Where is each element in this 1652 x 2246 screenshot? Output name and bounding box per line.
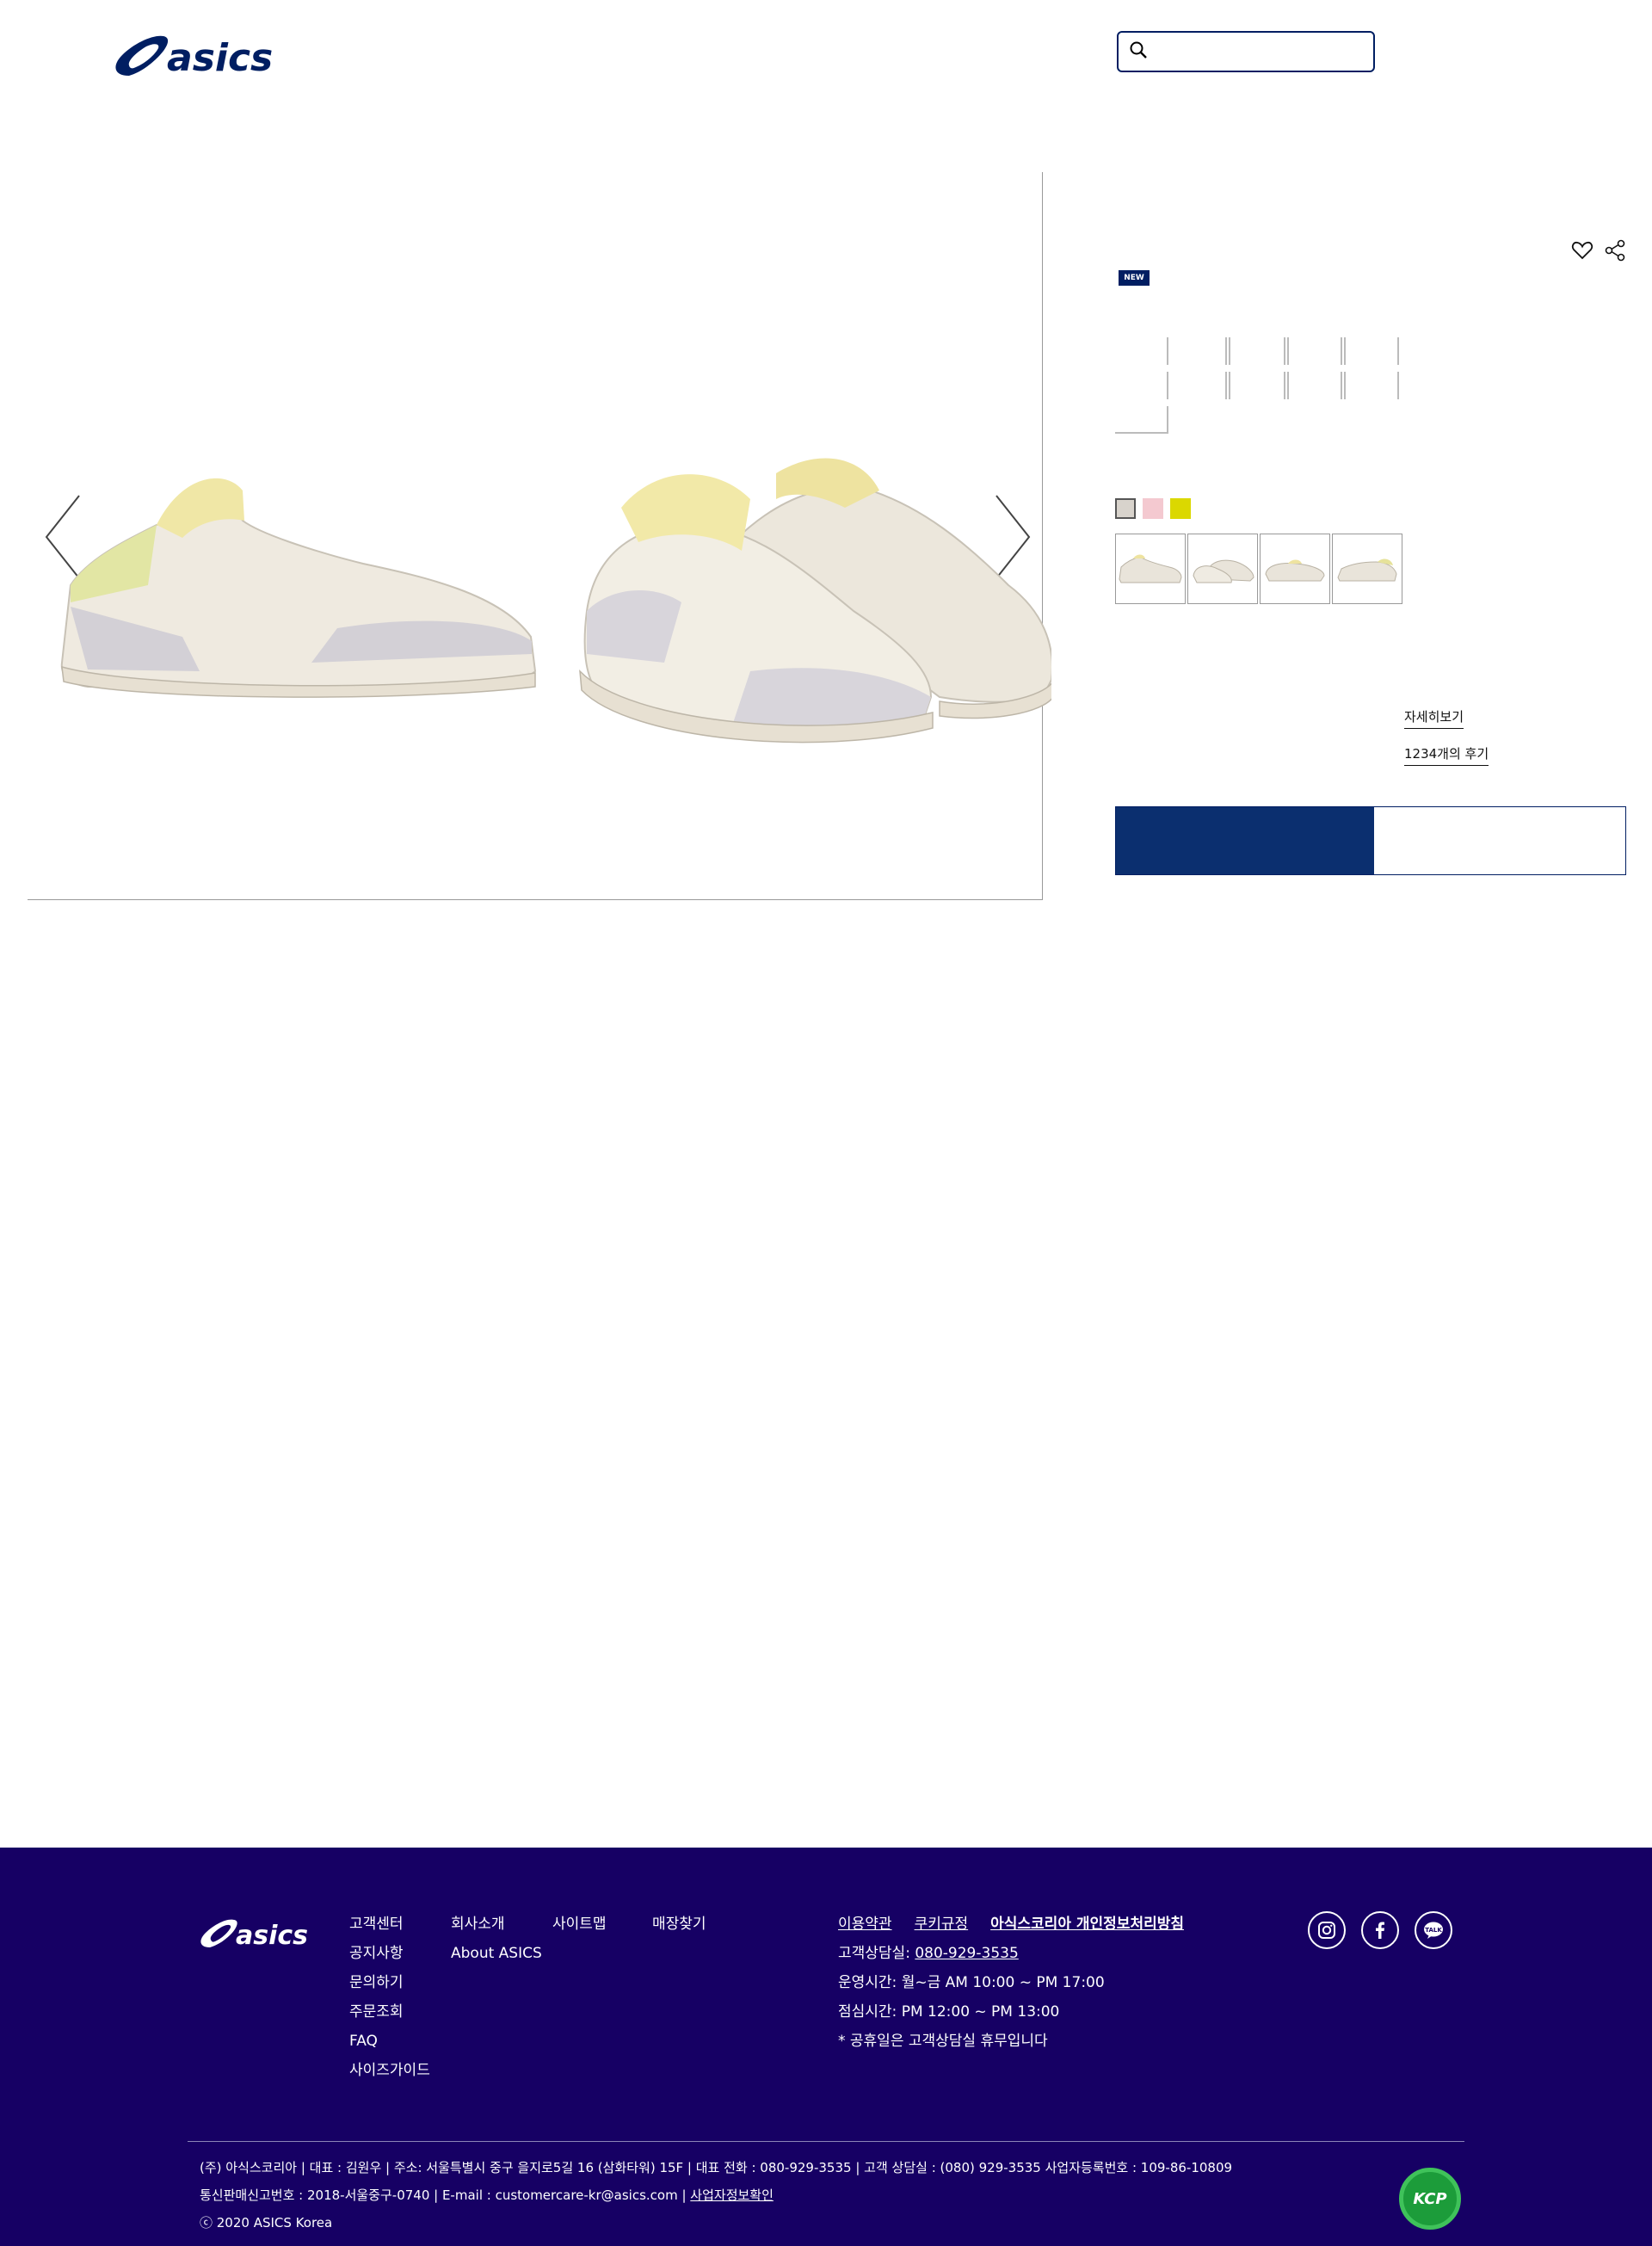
footer-column-company: 회사소개 About ASICS <box>451 1910 542 1968</box>
thumbnail-side[interactable] <box>1115 534 1186 604</box>
operating-hours: 운영시간: 월~금 AM 10:00 ~ PM 17:00 <box>838 1974 1105 1991</box>
product-actions <box>1571 239 1626 262</box>
phone-label: 고객상담실: <box>838 1945 910 1962</box>
company-info-line1: (주) 아식스코리아 | 대표 : 김원우 | 주소: 서울특별시 중구 을지로… <box>200 2160 1233 2175</box>
footer-link-faq[interactable]: FAQ <box>349 2027 430 2056</box>
privacy-policy-link[interactable]: 아식스코리아 개인정보처리방침 <box>990 1910 1184 1939</box>
new-badge: NEW <box>1119 270 1150 286</box>
company-info: (주) 아식스코리아 | 대표 : 김원우 | 주소: 서울특별시 중구 을지로… <box>200 2154 1232 2237</box>
view-details-link[interactable]: 자세히보기 <box>1404 707 1464 729</box>
footer-link-customer-center[interactable]: 고객센터 <box>349 1910 430 1939</box>
holiday-notice: * 공휴일은 고객상담실 휴무입니다 <box>838 2033 1048 2050</box>
separator-line <box>1167 372 1168 399</box>
asics-logo[interactable]: asics <box>110 22 282 83</box>
buy-now-button[interactable] <box>1116 807 1374 874</box>
footer-column-support: 고객센터 공지사항 문의하기 주문조회 FAQ 사이즈가이드 <box>349 1910 430 2085</box>
footer-link-sitemap[interactable]: 사이트맵 <box>552 1910 607 1939</box>
heart-icon[interactable] <box>1571 239 1593 262</box>
thumbnail-top[interactable] <box>1260 534 1330 604</box>
separator-line <box>1344 372 1346 399</box>
reviews-link[interactable]: 1234개의 후기 <box>1404 744 1489 766</box>
product-image-angle[interactable] <box>561 439 1051 766</box>
footer-divider <box>188 2141 1464 2142</box>
company-info-line2: 통신판매신고번호 : 2018-서울중구-0740 | E-mail : cus… <box>200 2181 1232 2209</box>
search-input[interactable] <box>1155 36 1373 67</box>
terms-link[interactable]: 이용약관 <box>838 1910 892 1939</box>
footer-link-company[interactable]: 회사소개 <box>451 1910 542 1939</box>
color-swatch[interactable] <box>1115 498 1136 519</box>
footer-link-store-finder[interactable]: 매장찾기 <box>652 1910 706 1939</box>
lunch-hours: 점심시간: PM 12:00 ~ PM 13:00 <box>838 2003 1060 2021</box>
business-verify-link[interactable]: 사업자정보확인 <box>690 2187 774 2203</box>
add-to-cart-button[interactable] <box>1374 807 1625 874</box>
footer-link-order-lookup[interactable]: 주문조회 <box>349 1997 430 2027</box>
footer-column-sitemap: 사이트맵 <box>552 1910 607 1939</box>
size-selector-placeholder <box>1115 337 1408 436</box>
customer-service-info: 고객상담실: 080-929-3535 운영시간: 월~금 AM 10:00 ~… <box>838 1939 1105 2056</box>
separator-line <box>1341 372 1342 399</box>
footer-link-notices[interactable]: 공지사항 <box>349 1939 430 1968</box>
cookie-policy-link[interactable]: 쿠키규정 <box>915 1910 969 1939</box>
separator-line <box>1287 337 1289 365</box>
product-page: asics NEW 자세히보기 1234개의 후기 asics 고객센터 공지사… <box>0 0 1652 2246</box>
share-icon[interactable] <box>1604 239 1626 262</box>
separator-line <box>1225 337 1227 365</box>
separator-line <box>1287 372 1289 399</box>
separator-line <box>1115 432 1168 434</box>
separator-line <box>1284 337 1285 365</box>
color-swatch[interactable] <box>1170 498 1191 519</box>
facebook-icon[interactable] <box>1361 1911 1399 1949</box>
separator-line <box>1397 372 1399 399</box>
site-footer: asics 고객센터 공지사항 문의하기 주문조회 FAQ 사이즈가이드 회사소… <box>0 1848 1652 2246</box>
separator-line <box>1225 372 1227 399</box>
footer-logo-wordmark: asics <box>236 1921 308 1951</box>
kcp-certification-badge[interactable]: KCP <box>1399 2168 1461 2230</box>
product-gallery <box>28 172 1051 900</box>
color-swatches <box>1115 498 1191 519</box>
thumbnail-back[interactable] <box>1332 534 1402 604</box>
product-image-side[interactable] <box>53 456 544 706</box>
footer-link-inquiry[interactable]: 문의하기 <box>349 1968 430 1997</box>
copyright: ⓒ 2020 ASICS Korea <box>200 2215 333 2231</box>
color-swatch[interactable] <box>1143 498 1163 519</box>
search-box[interactable] <box>1117 31 1375 72</box>
footer-legal-links: 이용약관 쿠키규정 아식스코리아 개인정보처리방침 <box>838 1910 1184 1939</box>
separator-line <box>1167 406 1168 434</box>
instagram-icon[interactable] <box>1308 1911 1346 1949</box>
separator-line <box>1397 337 1399 365</box>
separator-line <box>1341 337 1342 365</box>
separator-line <box>1167 337 1168 365</box>
logo-wordmark: asics <box>167 36 273 80</box>
phone-line: 고객상담실: 080-929-3535 <box>838 1939 1105 1968</box>
footer-link-size-guide[interactable]: 사이즈가이드 <box>349 2056 430 2085</box>
kakaotalk-icon[interactable]: TALK <box>1415 1911 1452 1949</box>
thumbnail-pair[interactable] <box>1187 534 1258 604</box>
purchase-actions <box>1115 806 1626 875</box>
separator-line <box>1344 337 1346 365</box>
search-icon[interactable] <box>1129 40 1148 63</box>
separator-line <box>1284 372 1285 399</box>
separator-line <box>1229 372 1230 399</box>
separator-line <box>1229 337 1230 365</box>
phone-number-link[interactable]: 080-929-3535 <box>915 1945 1018 1962</box>
footer-link-about-asics[interactable]: About ASICS <box>451 1939 542 1968</box>
registration-text: 통신판매신고번호 : 2018-서울중구-0740 | E-mail : cus… <box>200 2187 687 2203</box>
footer-asics-logo[interactable]: asics <box>198 1910 310 1951</box>
social-links: TALK <box>1308 1911 1452 1949</box>
footer-column-stores: 매장찾기 <box>652 1910 706 1939</box>
product-thumbnails <box>1115 534 1402 604</box>
svg-text:TALK: TALK <box>1425 1927 1442 1934</box>
